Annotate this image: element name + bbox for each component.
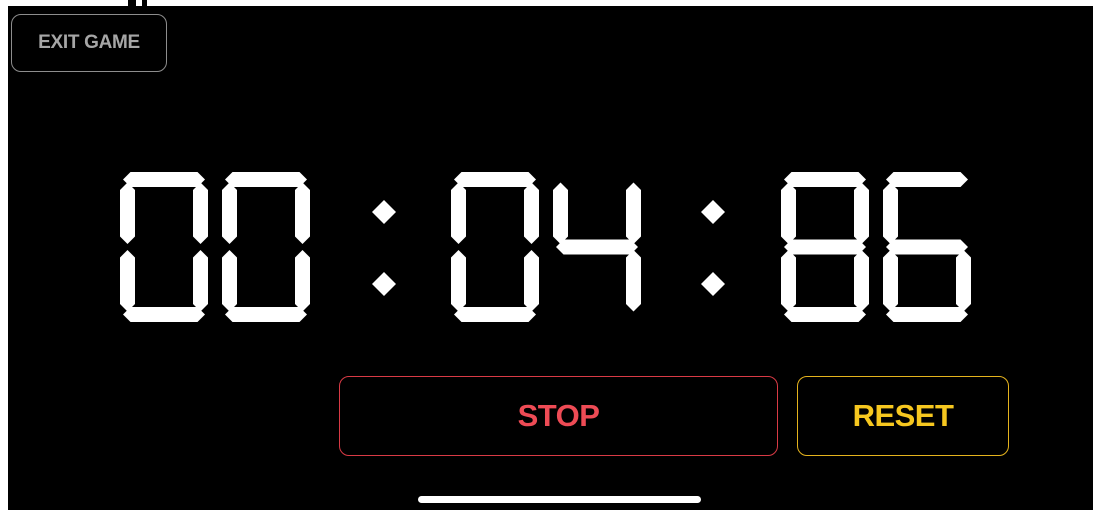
digit-4-segment-g — [784, 239, 866, 255]
digit-0-segment-f — [120, 182, 135, 244]
digit-4-segment-f — [781, 182, 796, 244]
digit-5-segment-c — [956, 250, 971, 312]
digit-1-segment-f — [222, 182, 237, 244]
digit-4-segment-b — [854, 182, 869, 244]
digit-2-segment-b — [524, 182, 539, 244]
colon-1-dot-1 — [701, 272, 725, 296]
digit-5-segment-e — [883, 250, 898, 312]
digit-4-segment-e — [781, 250, 796, 312]
digit-1-segment-a — [225, 172, 307, 187]
app-frame: EXIT GAME STOP RESET — [0, 0, 1103, 510]
digit-2-segment-a — [454, 172, 536, 187]
digit-0-segment-a — [123, 172, 205, 187]
stop-button[interactable]: STOP — [339, 376, 778, 456]
home-indicator[interactable] — [418, 496, 701, 503]
digit-1-segment-e — [222, 250, 237, 312]
digit-5-segment-d — [886, 307, 968, 322]
digit-4-segment-d — [784, 307, 866, 322]
digit-4-segment-c — [854, 250, 869, 312]
colon-1-dot-0 — [701, 200, 725, 224]
digit-5-segment-f — [883, 182, 898, 244]
digit-0-segment-b — [193, 182, 208, 244]
digit-3-segment-c — [626, 250, 641, 312]
digit-4-segment-a — [784, 172, 866, 187]
digit-1-segment-d — [225, 307, 307, 322]
digit-2-segment-c — [524, 250, 539, 312]
reset-button[interactable]: RESET — [797, 376, 1009, 456]
digit-3-segment-f — [553, 182, 568, 244]
digit-0-segment-c — [193, 250, 208, 312]
digit-1-segment-c — [295, 250, 310, 312]
digit-1-segment-b — [295, 182, 310, 244]
digit-3-segment-b — [626, 182, 641, 244]
digit-0-segment-d — [123, 307, 205, 322]
digit-2-segment-f — [451, 182, 466, 244]
colon-0-dot-1 — [372, 272, 396, 296]
digit-5-segment-g — [886, 239, 968, 255]
digit-2-segment-d — [454, 307, 536, 322]
digit-5-segment-a — [886, 172, 968, 187]
digit-3-segment-g — [556, 239, 638, 255]
digit-0-segment-e — [120, 250, 135, 312]
digit-2-segment-e — [451, 250, 466, 312]
colon-0-dot-0 — [372, 200, 396, 224]
